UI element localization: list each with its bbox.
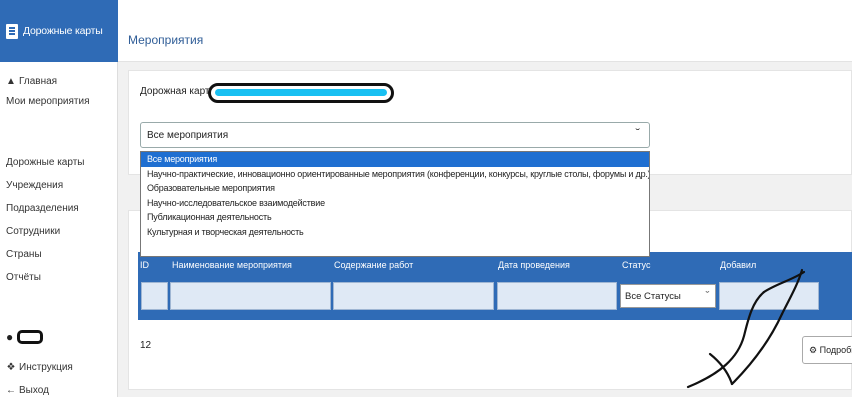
- info-icon: ❖: [6, 362, 16, 373]
- roadmap-label: Дорожная карта: [140, 86, 215, 97]
- details-icon: ⚙: [809, 345, 818, 355]
- filter-date-input[interactable]: [497, 282, 617, 310]
- filter-added-by-input[interactable]: [719, 282, 819, 310]
- sidebar-item-instruction[interactable]: ❖ Инструкция: [6, 362, 73, 373]
- column-added-by[interactable]: Добавил: [720, 260, 756, 270]
- column-date[interactable]: Дата проведения: [498, 260, 570, 270]
- column-work-content[interactable]: Содержание работ: [334, 260, 413, 270]
- sidebar-item-reports[interactable]: Отчёты: [6, 272, 41, 283]
- home-icon: ▲: [6, 76, 16, 87]
- filter-work-content-input[interactable]: [333, 282, 494, 310]
- brand-button[interactable]: Дорожные карты: [0, 0, 118, 62]
- sidebar-item-home[interactable]: ▲ Главная: [6, 76, 57, 87]
- user-account[interactable]: ●: [6, 330, 44, 344]
- event-type-value: Все мероприятия: [147, 130, 229, 141]
- status-filter-select[interactable]: Все Статусы ˇ: [620, 284, 716, 308]
- user-icon: ●: [6, 330, 14, 344]
- details-button-label: Подробно: [819, 345, 852, 355]
- sidebar-item-logout[interactable]: ← Выход: [6, 385, 49, 396]
- dropdown-option[interactable]: Научно-исследовательское взаимодействие: [141, 196, 649, 211]
- dropdown-option[interactable]: Культурная и творческая деятельность: [141, 225, 649, 240]
- sidebar-item-my-events[interactable]: Мои мероприятия: [6, 96, 90, 107]
- page-header: Мероприятия: [118, 0, 852, 62]
- chevron-down-icon: ˇ: [705, 290, 710, 300]
- table-row-id: 12: [140, 340, 152, 351]
- dropdown-option[interactable]: Все мероприятия: [141, 152, 649, 167]
- status-filter-value: Все Статусы: [625, 291, 681, 302]
- logout-icon: ←: [6, 385, 16, 396]
- column-status[interactable]: Статус: [622, 260, 650, 270]
- sidebar-item-roadmaps[interactable]: Дорожные карты: [6, 157, 84, 168]
- brand-label: Дорожные карты: [23, 25, 103, 37]
- dropdown-option[interactable]: Публикационная деятельность: [141, 210, 649, 225]
- roadmap-logo-icon: [6, 23, 18, 39]
- event-type-dropdown[interactable]: Все мероприятия Научно-практические, инн…: [140, 151, 650, 257]
- sidebar-item-employees[interactable]: Сотрудники: [6, 226, 60, 237]
- sidebar-item-departments[interactable]: Подразделения: [6, 203, 79, 214]
- sidebar-item-countries[interactable]: Страны: [6, 249, 42, 260]
- filter-id-input[interactable]: [141, 282, 168, 310]
- sidebar-item-label: Инструкция: [19, 362, 73, 373]
- chevron-down-icon: ˇ: [634, 128, 640, 139]
- event-type-select[interactable]: Все мероприятия ˇ: [140, 122, 650, 148]
- redacted-username: [17, 330, 44, 344]
- filter-event-name-input[interactable]: [170, 282, 331, 310]
- details-button[interactable]: ⚙ Подробно: [802, 336, 852, 364]
- dropdown-option[interactable]: Научно-практические, инновационно ориент…: [141, 167, 649, 182]
- app-window: Дорожные карты ▲ Главная Мои мероприятия …: [0, 0, 852, 397]
- column-event-name[interactable]: Наименование мероприятия: [172, 260, 292, 270]
- sidebar-item-label: Выход: [19, 385, 49, 396]
- sidebar: Дорожные карты ▲ Главная Мои мероприятия …: [0, 0, 118, 397]
- redacted-roadmap-name: [208, 83, 394, 103]
- sidebar-item-institutions[interactable]: Учреждения: [6, 180, 63, 191]
- dropdown-option[interactable]: Образовательные мероприятия: [141, 181, 649, 196]
- redaction-mark: [215, 89, 387, 96]
- sidebar-item-label: Главная: [19, 76, 58, 87]
- page-title: Мероприятия: [128, 33, 204, 47]
- column-id[interactable]: ID: [140, 260, 149, 270]
